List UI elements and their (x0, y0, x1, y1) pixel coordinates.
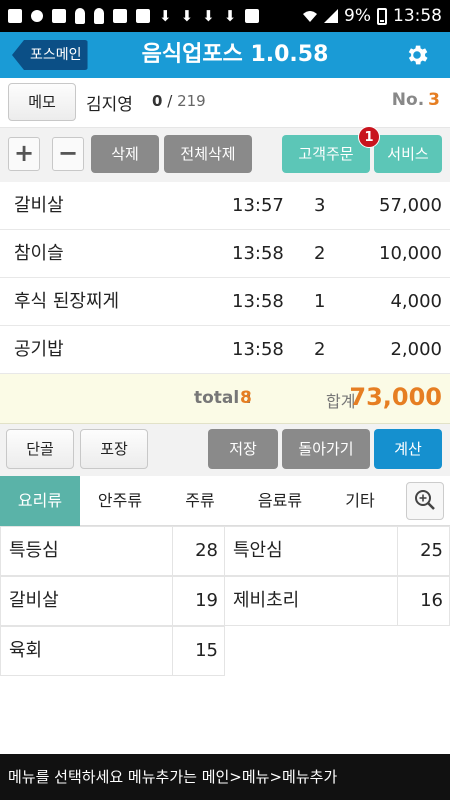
order-toolbar: + − 삭제 전체삭제 고객주문 서비스 (0, 128, 450, 182)
wrench-icon (52, 9, 66, 23)
message-icon (8, 9, 22, 23)
table-number: No. 3 (392, 90, 440, 110)
download-icon-3: ⬇ (202, 7, 215, 25)
menu-item-name: 특안심 (233, 540, 283, 561)
clock: 13:58 (393, 6, 442, 26)
order-row[interactable]: 갈비살 13:57 3 57,000 (0, 182, 450, 230)
count-total: 219 (177, 92, 206, 110)
action-row: 단골 포장 저장 돌아가기 계산 (0, 424, 450, 476)
count-separator: / (167, 92, 173, 110)
signal-icon (324, 9, 339, 23)
record-icon (31, 10, 43, 22)
order-time: 13:57 (232, 195, 284, 216)
battery-icon (377, 7, 387, 25)
order-price: 4,000 (390, 291, 442, 312)
order-time: 13:58 (232, 243, 284, 264)
order-qty: 3 (314, 195, 326, 216)
save-button[interactable]: 저장 (208, 429, 278, 469)
customer-order-button[interactable]: 고객주문 (282, 135, 370, 173)
menu-item[interactable]: 특안심 25 (224, 526, 450, 576)
person-icon (75, 8, 85, 24)
menu-item-name: 육회 (9, 640, 43, 661)
order-name: 후식 된장찌게 (14, 291, 120, 312)
menu-item-qty: 15 (172, 627, 224, 675)
menu-item[interactable]: 육회 15 (0, 626, 225, 676)
status-bar: ⬇ ⬇ ⬇ ⬇ 9% 13:58 (0, 0, 450, 32)
image-icon (113, 9, 127, 23)
table-number-value: 3 (428, 90, 440, 110)
menu-item-qty: 16 (397, 577, 449, 625)
menu-item-name: 제비초리 (233, 590, 300, 611)
gear-icon[interactable] (404, 42, 430, 68)
tab-1[interactable]: 안주류 (80, 476, 160, 526)
order-qty: 2 (314, 243, 326, 264)
increase-button[interactable]: + (8, 137, 40, 171)
item-count: 0 / 219 (152, 92, 206, 110)
camera-icon (136, 9, 150, 23)
menu-item[interactable]: 갈비살 19 (0, 576, 225, 626)
order-time: 13:58 (232, 339, 284, 360)
order-qty: 2 (314, 339, 326, 360)
order-qty: 1 (314, 291, 326, 312)
app-bar: 포스메인 음식업포스 1.0.58 (0, 32, 450, 78)
order-price: 10,000 (379, 243, 442, 264)
menu-item-qty: 28 (172, 527, 224, 575)
order-row[interactable]: 참이슬 13:58 2 10,000 (0, 230, 450, 278)
order-row[interactable]: 공기밥 13:58 2 2,000 (0, 326, 450, 374)
wifi-icon (303, 11, 318, 22)
count-current: 0 (152, 92, 163, 110)
order-info-row: 메모 김지영 0 / 219 No. 3 (0, 78, 450, 128)
order-time: 13:58 (232, 291, 284, 312)
tab-4[interactable]: 기타 (320, 476, 400, 526)
menu-item[interactable]: 제비초리 16 (224, 576, 450, 626)
menu-item-qty: 19 (172, 577, 224, 625)
battery-percent: 9% (344, 6, 371, 26)
category-tabs: 요리류 안주류 주류 음료류 기타 (0, 476, 450, 526)
menu-item-name: 특등심 (9, 540, 59, 561)
decrease-button[interactable]: − (52, 137, 84, 171)
person-icon-2 (94, 8, 104, 24)
zoom-button[interactable] (406, 482, 444, 520)
tab-3[interactable]: 음료류 (240, 476, 320, 526)
download-icon-2: ⬇ (180, 7, 194, 25)
customer-name: 김지영 (86, 95, 133, 115)
tab-2[interactable]: 주류 (160, 476, 240, 526)
takeout-button[interactable]: 포장 (80, 429, 148, 469)
download-icon-4: ⬇ (223, 7, 237, 25)
bottom-message: 메뉴를 선택하세요 메뉴추가는 메인>메뉴>메뉴추가 (0, 754, 450, 800)
checkout-button[interactable]: 계산 (374, 429, 442, 469)
order-price: 2,000 (390, 339, 442, 360)
menu-item[interactable]: 특등심 28 (0, 526, 225, 576)
menu-item-name: 갈비살 (9, 590, 59, 611)
total-count-value: 8 (240, 388, 252, 408)
order-name: 참이슬 (14, 243, 64, 264)
order-row[interactable]: 후식 된장찌게 13:58 1 4,000 (0, 278, 450, 326)
tab-0[interactable]: 요리류 (0, 476, 80, 526)
overflow-icon (245, 9, 260, 23)
menu-item-qty: 25 (397, 527, 449, 575)
table-number-label: No. (391, 90, 425, 110)
sum-value: 73,000 (349, 383, 442, 411)
return-button[interactable]: 돌아가기 (282, 429, 370, 469)
totals-bar: total : 8 합계 73,000 (0, 374, 450, 424)
system-indicators: 9% 13:58 (302, 6, 442, 26)
service-button[interactable]: 서비스 (374, 135, 442, 173)
customer-order-badge: 1 (358, 126, 380, 148)
delete-button[interactable]: 삭제 (91, 135, 159, 173)
regular-customer-button[interactable]: 단골 (6, 429, 74, 469)
delete-all-button[interactable]: 전체삭제 (164, 135, 252, 173)
order-name: 공기밥 (14, 339, 64, 360)
notification-icons: ⬇ ⬇ ⬇ ⬇ (8, 7, 260, 25)
order-list: 갈비살 13:57 3 57,000 참이슬 13:58 2 10,000 후식 된장찌게 13:… (0, 182, 450, 374)
memo-button[interactable]: 메모 (8, 83, 76, 121)
app-title: 음식업포스 1.0.58 (141, 42, 329, 67)
zoom-in-icon (415, 490, 435, 510)
order-price: 57,000 (379, 195, 442, 216)
order-name: 갈비살 (14, 195, 64, 216)
download-icon: ⬇ (159, 7, 172, 25)
